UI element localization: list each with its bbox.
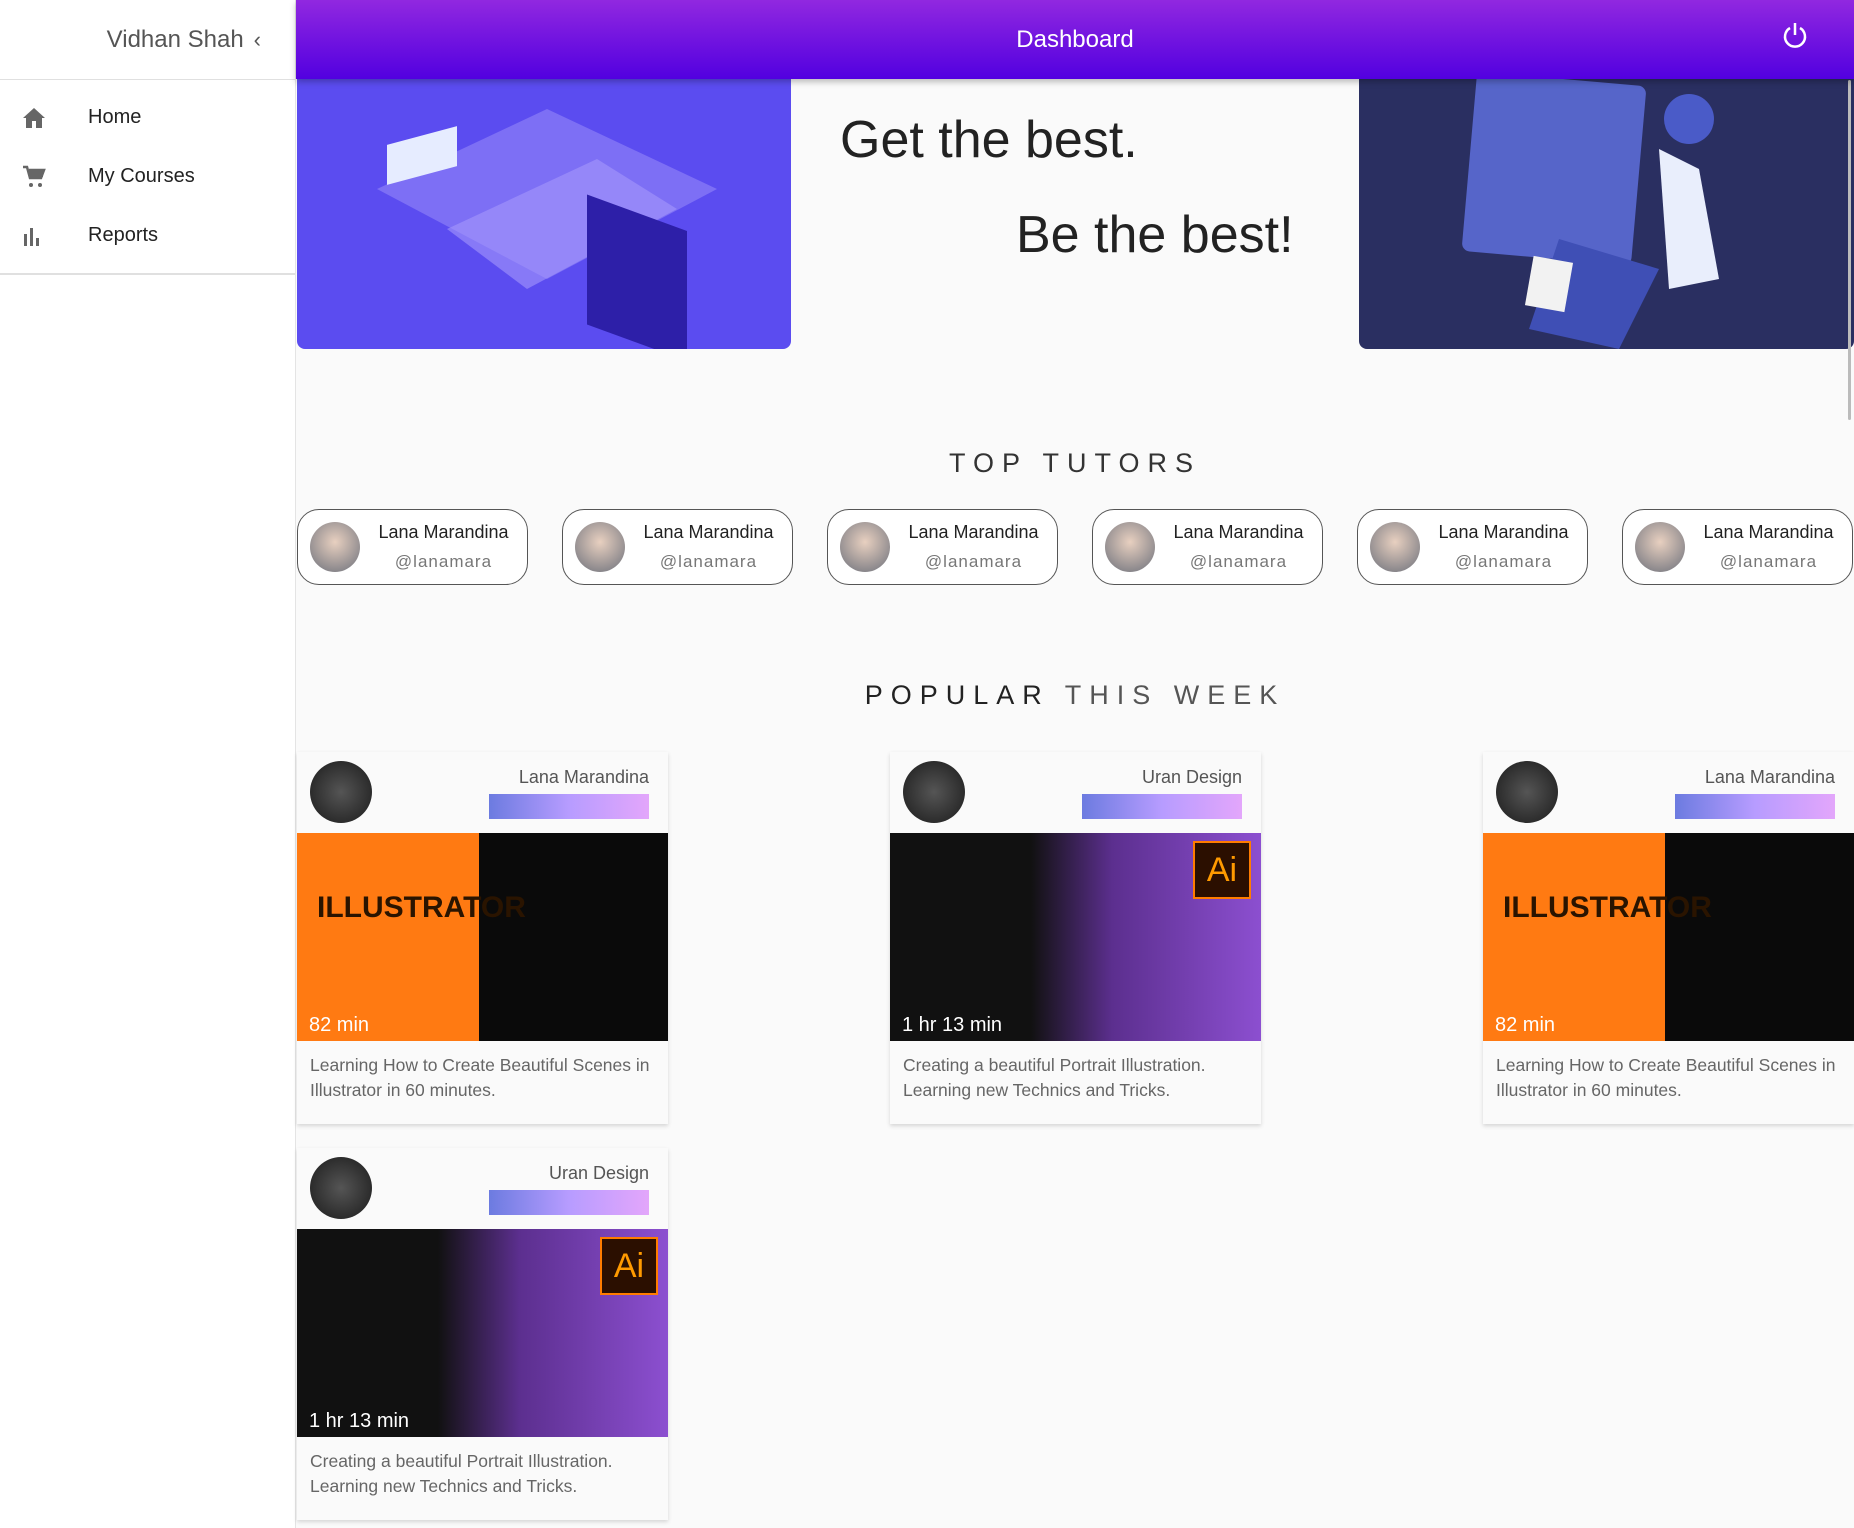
course-description: Creating a beautiful Portrait Illustrati… <box>310 1451 613 1496</box>
tutor-name: Lana Marandina <box>643 522 774 542</box>
hero-subheadline: Be the best! <box>1016 206 1294 264</box>
avatar <box>310 522 360 572</box>
avatar <box>903 761 965 823</box>
course-author: Uran Design <box>548 1163 649 1183</box>
gradient-bar <box>489 794 649 819</box>
sidebar-item-label: Home <box>88 106 142 128</box>
avatar <box>1105 522 1155 572</box>
avatar <box>310 1157 372 1219</box>
user-name: Vidhan Shah <box>106 25 244 53</box>
tutor-name: Lana Marandina <box>1703 522 1834 542</box>
course-card[interactable]: Lana Marandina ILLUSTRATOR 82 min Learning … <box>1483 752 1854 1124</box>
tutor-card[interactable]: Lana Marandina @lanamara <box>297 509 528 585</box>
course-description: Learning How to Create Beautiful Scenes … <box>1496 1055 1836 1100</box>
thumbnail-text: ILLUSTRATOR <box>1503 891 1712 924</box>
avatar <box>1496 761 1558 823</box>
hero-illustration-left <box>297 79 791 349</box>
avatar <box>1635 522 1685 572</box>
course-card[interactable]: Uran Design Ai 1 hr 13 min Creating a beaut… <box>890 752 1261 1124</box>
course-thumbnail: Ai 1 hr 13 min <box>297 1229 668 1437</box>
tutor-name: Lana Marandina <box>378 522 509 542</box>
avatar <box>1370 522 1420 572</box>
sidebar: Vidhan Shah ‹ Home My Courses Reports <box>0 0 296 1528</box>
power-icon[interactable] <box>1782 22 1808 57</box>
popular-title-bold: POPULAR <box>864 680 1050 710</box>
gradient-bar <box>1675 794 1835 819</box>
course-duration: 82 min <box>309 1014 370 1036</box>
course-thumbnail: ILLUSTRATOR 82 min <box>297 833 668 1041</box>
app-header: Dashboard <box>296 0 1854 79</box>
course-description: Creating a beautiful Portrait Illustrati… <box>903 1055 1206 1100</box>
sidebar-item-label: My Courses <box>88 165 195 187</box>
tutor-name: Lana Marandina <box>908 522 1039 542</box>
scrollbar[interactable] <box>1848 80 1851 420</box>
tutor-card[interactable]: Lana Marandina @lanamara <box>1622 509 1853 585</box>
sidebar-header[interactable]: Vidhan Shah ‹ <box>0 0 295 80</box>
tutor-name: Lana Marandina <box>1173 522 1304 542</box>
top-tutors-title: TOP TUTORS <box>948 448 1202 478</box>
home-icon <box>0 107 88 129</box>
course-description: Learning How to Create Beautiful Scenes … <box>310 1055 650 1100</box>
tutor-handle: @lanamara <box>1454 552 1553 571</box>
tutor-handle: @lanamara <box>1189 552 1288 571</box>
course-duration: 1 hr 13 min <box>309 1410 410 1432</box>
sidebar-item-reports[interactable]: Reports <box>0 206 295 265</box>
page-title: Dashboard <box>1016 25 1134 53</box>
tutor-name: Lana Marandina <box>1438 522 1569 542</box>
course-duration: 1 hr 13 min <box>902 1014 1003 1036</box>
sidebar-item-label: Reports <box>88 224 159 246</box>
tutor-handle: @lanamara <box>394 552 493 571</box>
course-duration: 82 min <box>1495 1014 1556 1036</box>
course-thumbnail: ILLUSTRATOR 82 min <box>1483 833 1854 1041</box>
course-author: Lana Marandina <box>518 767 649 787</box>
tutor-card[interactable]: Lana Marandina @lanamara <box>827 509 1058 585</box>
hero-illustration-right <box>1359 79 1854 349</box>
course-author: Uran Design <box>1141 767 1242 787</box>
gradient-bar <box>1082 794 1242 819</box>
illustrator-logo: Ai <box>1193 841 1251 899</box>
sidebar-nav: Home My Courses Reports <box>0 80 295 275</box>
course-card[interactable]: Uran Design Ai 1 hr 13 min Creating a beaut… <box>297 1148 668 1520</box>
gradient-bar <box>489 1190 649 1215</box>
sidebar-item-home[interactable]: Home <box>0 88 295 147</box>
tutor-handle: @lanamara <box>1719 552 1818 571</box>
course-card[interactable]: Lana Marandina ILLUSTRATOR 82 min Learning … <box>297 752 668 1124</box>
popular-title: POPULAR THIS WEEK <box>296 680 1854 711</box>
bar-chart-icon <box>0 226 88 246</box>
course-author: Lana Marandina <box>1704 767 1835 787</box>
tutor-card[interactable]: Lana Marandina @lanamara <box>562 509 793 585</box>
tutor-card[interactable]: Lana Marandina @lanamara <box>1092 509 1323 585</box>
chevron-left-icon[interactable]: ‹ <box>254 27 261 53</box>
tutor-handle: @lanamara <box>659 552 758 571</box>
sidebar-item-my-courses[interactable]: My Courses <box>0 147 295 206</box>
cart-icon <box>0 165 88 189</box>
tutor-handle: @lanamara <box>924 552 1023 571</box>
tutor-card[interactable]: Lana Marandina @lanamara <box>1357 509 1588 585</box>
avatar <box>310 761 372 823</box>
hero-headline: Get the best. <box>840 111 1138 169</box>
popular-title-light: THIS WEEK <box>1049 680 1286 710</box>
thumbnail-text: ILLUSTRATOR <box>317 891 526 924</box>
course-thumbnail: Ai 1 hr 13 min <box>890 833 1261 1041</box>
avatar <box>575 522 625 572</box>
illustrator-logo: Ai <box>600 1237 658 1295</box>
avatar <box>840 522 890 572</box>
